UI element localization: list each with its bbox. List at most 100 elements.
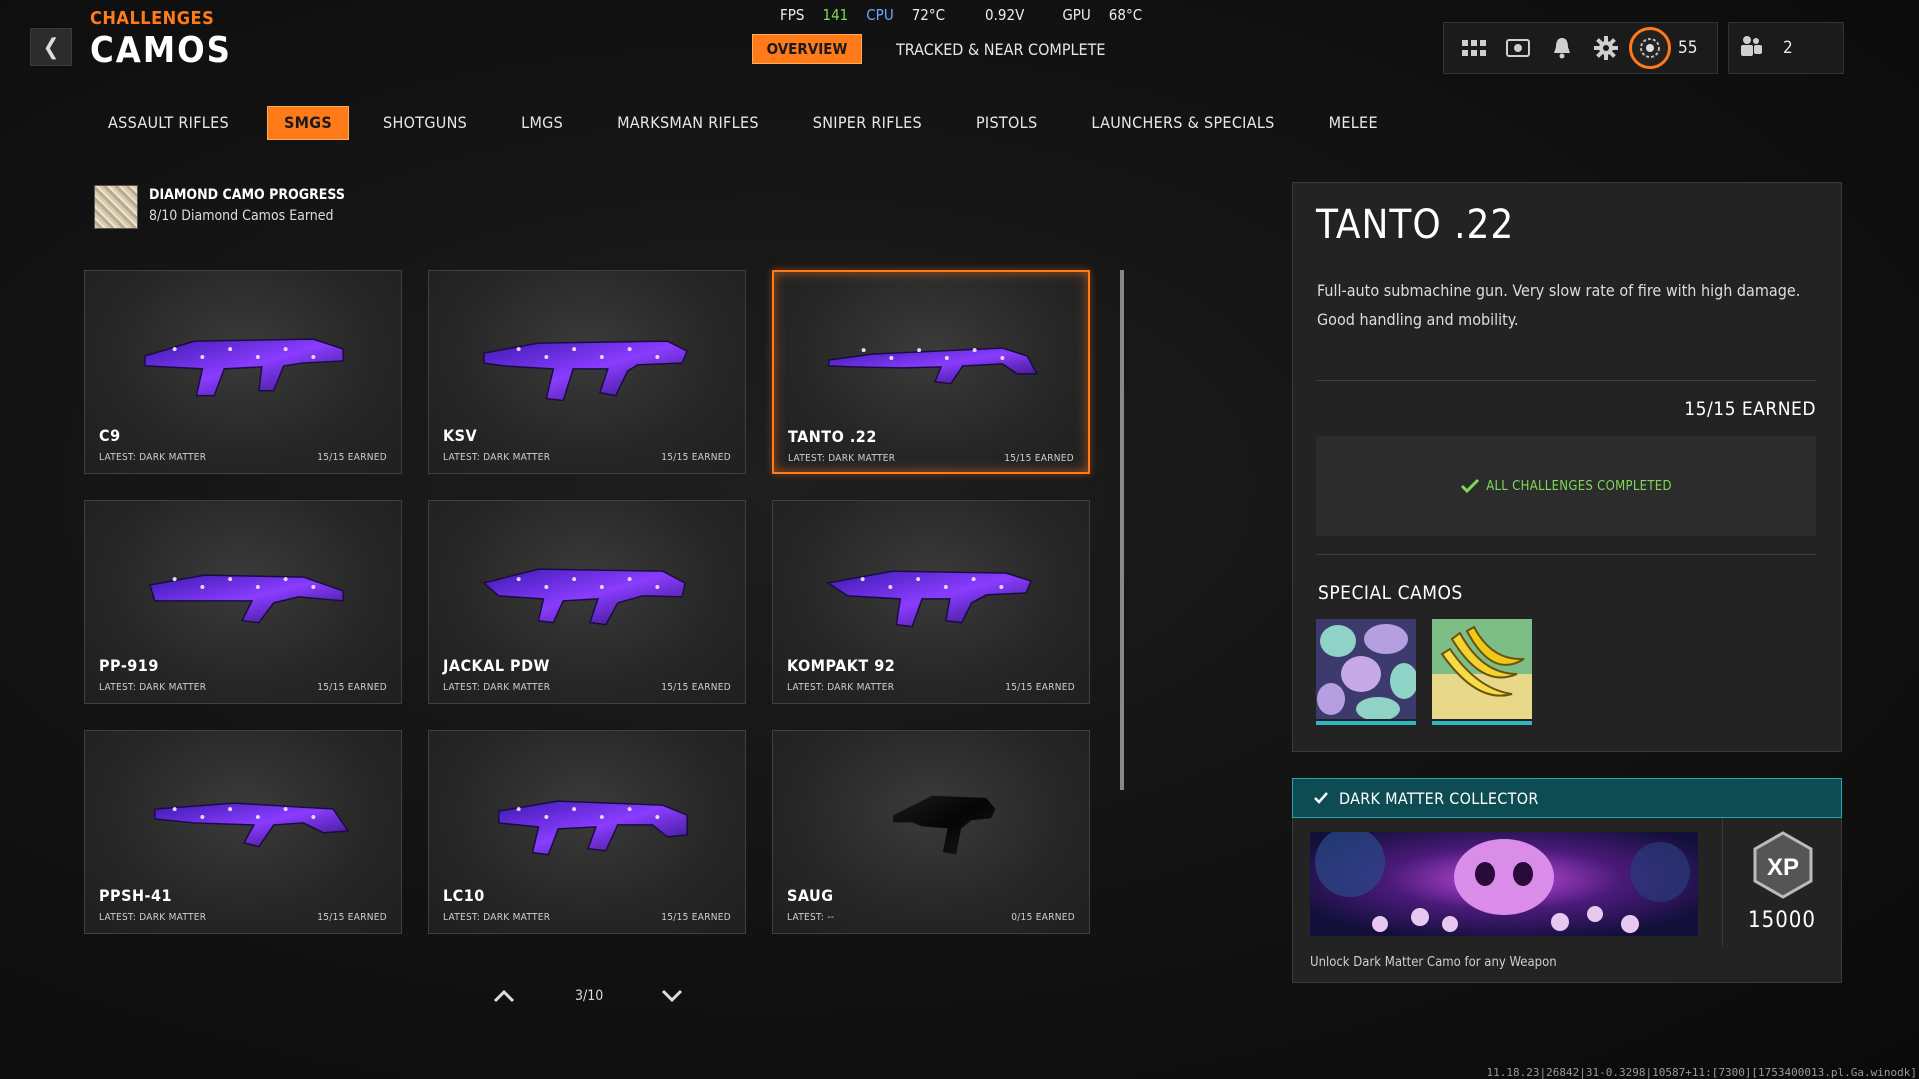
diamond-progress-count: 8/10 Diamond Camos Earned — [149, 208, 334, 224]
tab-assault-rifles[interactable]: ASSAULT RIFLES — [92, 107, 245, 139]
tab-marksman-rifles[interactable]: MARKSMAN RIFLES — [601, 107, 775, 139]
weapon-name: C9 — [99, 426, 121, 445]
weapon-name: KOMPAKT 92 — [787, 656, 896, 675]
tab-pistols[interactable]: PISTOLS — [960, 107, 1053, 139]
diamond-progress-title: DIAMOND CAMO PROGRESS — [149, 187, 345, 203]
weapon-earned-count: 15/15 EARNED — [317, 452, 387, 463]
weapon-earned-count: 0/15 EARNED — [1011, 912, 1075, 923]
weapon-earned-count: 15/15 EARNED — [661, 682, 731, 693]
weapon-name: TANTO .22 — [788, 427, 877, 446]
tab-lmgs[interactable]: LMGS — [505, 107, 579, 139]
page-title: CAMOS — [90, 30, 232, 71]
weapon-image — [148, 574, 344, 624]
build-info: 11.18.23|26842|31-0.3298|10587+11:[7300]… — [1486, 1066, 1917, 1079]
chevron-up-icon — [493, 989, 515, 1003]
tracked-near-complete-tab[interactable]: TRACKED & NEAR COMPLETE — [896, 40, 1106, 59]
weapon-latest-camo: LATEST: DARK MATTER — [99, 682, 207, 693]
gpu-label: GPU — [1062, 6, 1091, 24]
page-down-button[interactable] — [660, 988, 684, 1004]
cpu-temp: 72°C — [911, 6, 946, 24]
xp-icon: XP — [1753, 831, 1813, 899]
weapon-image — [154, 802, 350, 848]
gpu-temp: 68°C — [1108, 6, 1143, 24]
rank-emblem-icon — [1629, 27, 1671, 69]
overview-button[interactable]: OVERVIEW — [752, 34, 862, 64]
weapon-earned-count: 15/15 EARNED — [661, 452, 731, 463]
chevron-left-icon: ❮ — [42, 34, 60, 60]
xp-value: 15000 — [1748, 908, 1816, 933]
weapon-name: PPSH-41 — [99, 886, 173, 905]
bell-icon[interactable] — [1540, 26, 1584, 70]
weapon-image — [825, 570, 1033, 628]
special-camos-title: SPECIAL CAMOS — [1318, 582, 1463, 604]
tab-melee[interactable]: MELEE — [1313, 107, 1394, 139]
store-icon[interactable] — [1496, 26, 1540, 70]
weapon-latest-camo: LATEST: DARK MATTER — [787, 682, 895, 693]
weapon-card[interactable]: LC10 LATEST: DARK MATTER 15/15 EARNED — [428, 730, 746, 934]
grid-scrollbar[interactable] — [1120, 270, 1124, 790]
weapon-card[interactable]: PP-919 LATEST: DARK MATTER 15/15 EARNED — [84, 500, 402, 704]
reward-title: DARK MATTER COLLECTOR — [1339, 788, 1539, 808]
tab-sniper-rifles[interactable]: SNIPER RIFLES — [797, 107, 938, 139]
weapon-latest-camo: LATEST: DARK MATTER — [443, 682, 551, 693]
checkmark-icon — [1461, 478, 1480, 494]
weapon-name: SAUG — [787, 886, 834, 905]
rank-badge[interactable] — [1628, 26, 1672, 70]
voltage: 0.92V — [985, 6, 1025, 24]
detail-description: Full-auto submachine gun. Very slow rate… — [1317, 281, 1801, 329]
cellular-camo-image — [1316, 619, 1418, 721]
checkmark-icon — [1314, 792, 1328, 804]
weapon-latest-camo: LATEST: DARK MATTER — [99, 452, 207, 463]
weapon-card[interactable]: TANTO .22 LATEST: DARK MATTER 15/15 EARNED — [772, 270, 1090, 474]
weapon-image — [828, 347, 1039, 385]
gear-icon[interactable] — [1584, 26, 1628, 70]
weapon-latest-camo: LATEST: DARK MATTER — [788, 453, 896, 464]
weapon-earned-count: 15/15 EARNED — [661, 912, 731, 923]
detail-earned-total: 15/15 EARNED — [1684, 398, 1816, 420]
weapon-card[interactable]: JACKAL PDW LATEST: DARK MATTER 15/15 EARNE… — [428, 500, 746, 704]
back-button[interactable]: ❮ — [30, 28, 72, 66]
weapon-latest-camo: LATEST: DARK MATTER — [443, 912, 551, 923]
party-panel[interactable]: 2 — [1728, 22, 1844, 74]
weapon-card[interactable]: PPSH-41 LATEST: DARK MATTER 15/15 EARNED — [84, 730, 402, 934]
weapon-name: LC10 — [443, 886, 485, 905]
weapon-name: JACKAL PDW — [443, 656, 550, 675]
weapon-card[interactable]: KSV LATEST: DARK MATTER 15/15 EARNED — [428, 270, 746, 474]
tab-launchers-specials[interactable]: LAUNCHERS & SPECIALS — [1075, 107, 1290, 139]
dark-matter-reward-image — [1310, 827, 1698, 936]
performance-stats: FPS 141 CPU 72°C 0.92V GPU 68°C — [780, 6, 1160, 24]
fps-label: FPS — [780, 6, 805, 24]
weapon-card[interactable]: SAUG LATEST: -- 0/15 EARNED — [772, 730, 1090, 934]
svg-text:XP: XP — [1767, 854, 1799, 881]
diamond-camo-thumbnail — [94, 185, 138, 229]
weapon-name: PP-919 — [99, 656, 159, 675]
special-camo-tile-cells[interactable] — [1316, 619, 1418, 725]
weapon-latest-camo: LATEST: DARK MATTER — [443, 452, 551, 463]
banana-camo-image — [1432, 619, 1532, 719]
party-icon — [1739, 34, 1763, 62]
weapon-earned-count: 15/15 EARNED — [1004, 453, 1074, 464]
reward-description: Unlock Dark Matter Camo for any Weapon — [1310, 955, 1557, 970]
detail-weapon-name: TANTO .22 — [1316, 202, 1515, 248]
tab-smgs[interactable]: SMGS — [266, 106, 350, 140]
divider — [1316, 380, 1816, 381]
weapon-earned-count: 15/15 EARNED — [317, 682, 387, 693]
weapon-card[interactable]: KOMPAKT 92 LATEST: DARK MATTER 15/15 EARNE… — [772, 500, 1090, 704]
header-icon-panel: 55 — [1443, 22, 1718, 74]
weapon-earned-count: 15/15 EARNED — [317, 912, 387, 923]
page-up-button[interactable] — [492, 988, 516, 1004]
weapon-card[interactable]: C9 LATEST: DARK MATTER 15/15 EARNED — [84, 270, 402, 474]
weapon-image — [498, 800, 688, 856]
tab-shotguns[interactable]: SHOTGUNS — [367, 107, 483, 139]
party-count: 2 — [1783, 38, 1793, 58]
special-camo-tile-bananas[interactable] — [1432, 619, 1532, 725]
weapon-latest-camo: LATEST: -- — [787, 912, 835, 923]
chevron-down-icon — [661, 989, 683, 1003]
weapon-latest-camo: LATEST: DARK MATTER — [99, 912, 207, 923]
reward-header: DARK MATTER COLLECTOR — [1292, 778, 1842, 818]
weapon-earned-count: 15/15 EARNED — [1005, 682, 1075, 693]
grid-menu-icon[interactable] — [1452, 26, 1496, 70]
player-level: 55 — [1678, 38, 1698, 58]
challenges-complete-text: ALL CHALLENGES COMPLETED — [1486, 478, 1672, 494]
weapon-image — [891, 794, 998, 857]
